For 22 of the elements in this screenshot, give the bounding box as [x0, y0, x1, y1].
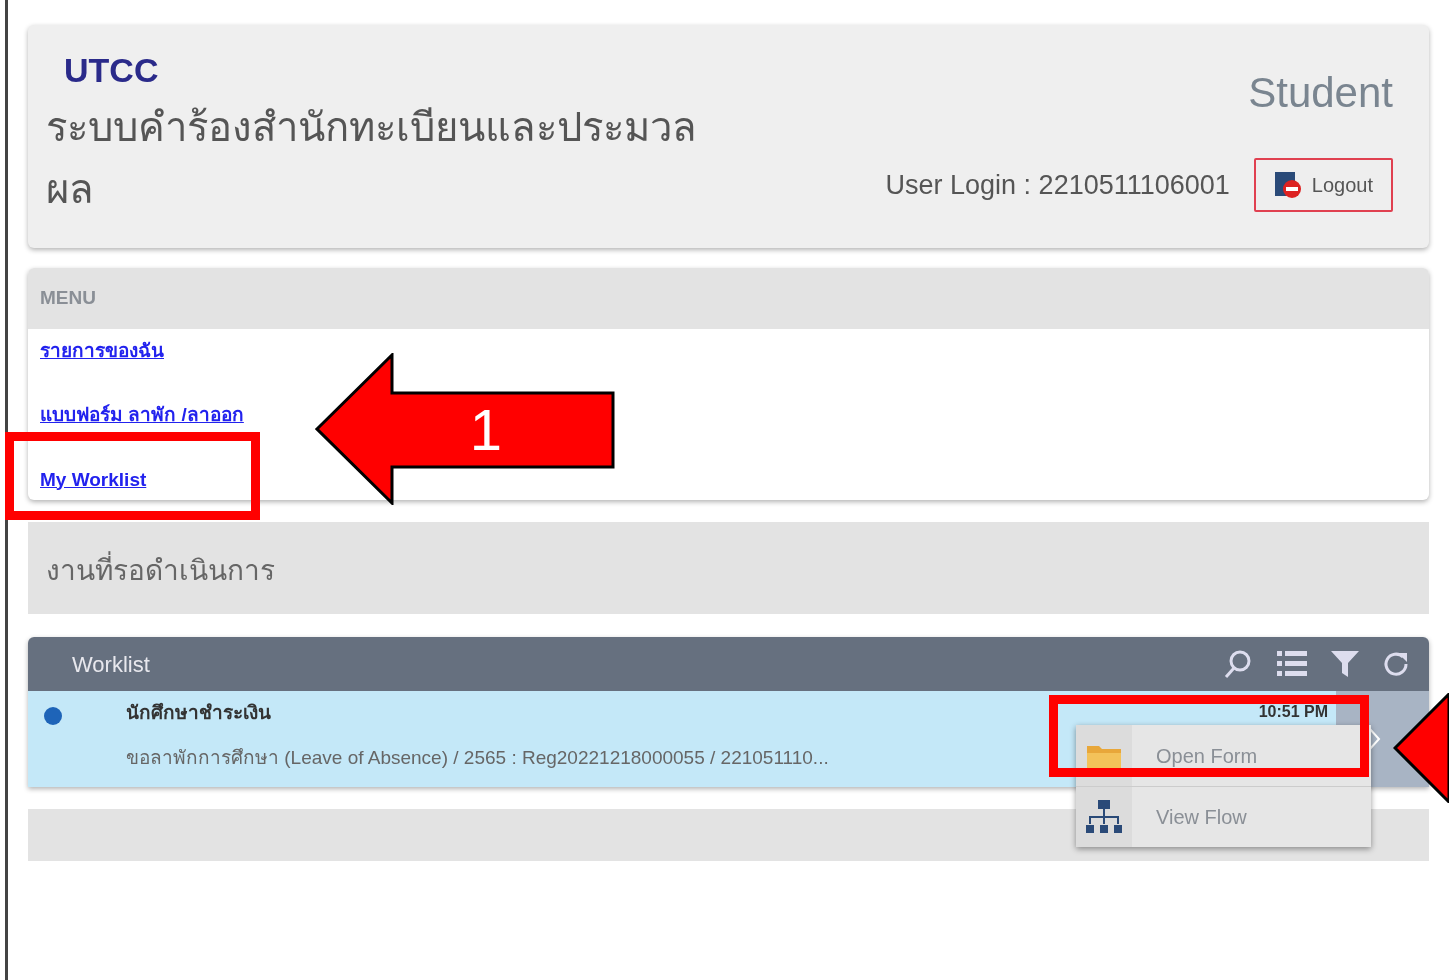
worklist-title: Worklist: [72, 650, 150, 679]
pending-section-title: งานที่รอดำเนินการ: [28, 522, 1429, 614]
menu-link[interactable]: My Worklist: [40, 465, 147, 494]
row-time: 10:51 PM: [1258, 704, 1328, 722]
filter-icon[interactable]: [1331, 650, 1359, 678]
hierarchy-icon: [1086, 799, 1122, 835]
search-icon[interactable]: [1223, 649, 1253, 679]
list-icon[interactable]: [1277, 650, 1307, 678]
refresh-icon[interactable]: [1383, 651, 1409, 677]
menu-link[interactable]: แบบฟอร์ม ลาพัก /ลาออก: [40, 401, 244, 430]
brand-title: UTCC: [64, 50, 160, 91]
role-label: Student: [1248, 68, 1393, 118]
menu-link[interactable]: รายการของฉัน: [40, 336, 164, 365]
menu-header: MENU: [28, 268, 1429, 329]
user-login-text: User Login : 2210511106001: [885, 168, 1230, 202]
logout-button[interactable]: Logout: [1253, 158, 1393, 212]
system-title: ระบบคำร้องสำนักทะเบียนและประมวลผล: [46, 104, 698, 213]
logout-icon: [1273, 171, 1304, 199]
arrow-annotation: 1: [315, 353, 617, 505]
row-subtitle: ขอลาพักการศึกษา (Leave of Absence) / 2565 : Reg20221218000055 / 221051110...: [126, 745, 829, 770]
status-dot: [44, 707, 62, 725]
row-title: นักศึกษาชำระเงิน: [126, 701, 271, 725]
